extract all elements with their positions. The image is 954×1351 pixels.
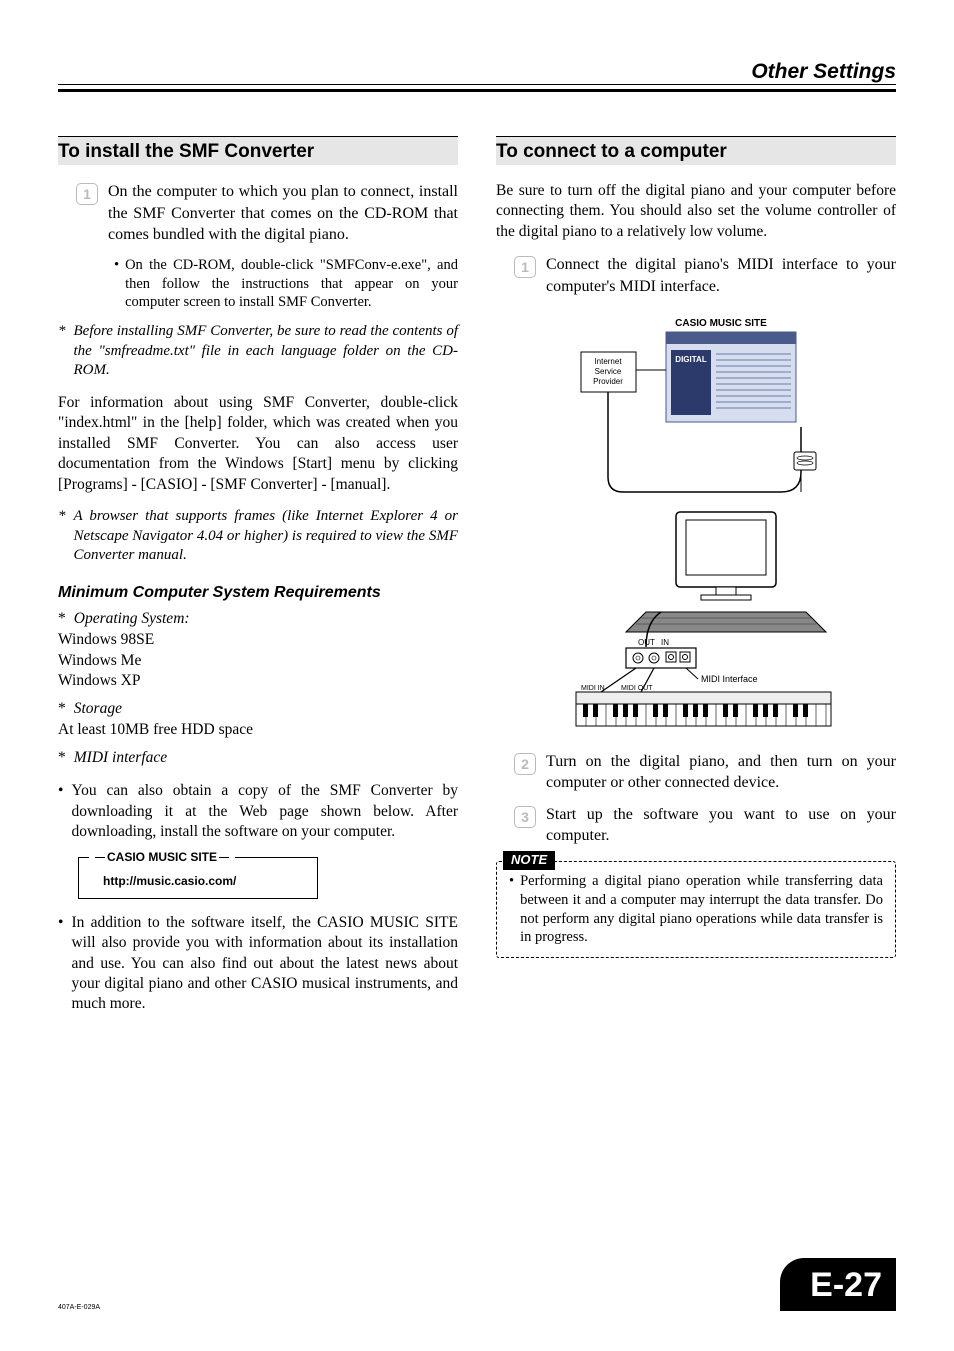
note-box: NOTE • Performing a digital piano operat…: [496, 861, 896, 958]
right-step-2: 2 Turn on the digital piano, and then tu…: [514, 751, 896, 794]
diagram-midi-in-label: MIDI IN: [581, 685, 605, 692]
bullet-dot-icon: •: [509, 872, 514, 947]
svg-text:Provider: Provider: [593, 377, 623, 386]
left-body-1: For information about using SMF Converte…: [58, 393, 458, 495]
left-star-2-text: A browser that supports frames (like Int…: [74, 507, 459, 566]
right-intro: Be sure to turn off the digital piano an…: [496, 181, 896, 242]
diagram-site-label: CASIO MUSIC SITE: [675, 318, 767, 329]
casio-music-site-box: CASIO MUSIC SITE http://music.casio.com/: [78, 857, 318, 899]
casio-url: http://music.casio.com/: [103, 874, 305, 888]
asterisk-icon: *: [58, 507, 66, 566]
left-step-1-sub-text: On the CD-ROM, double-click "SMFConv-e.e…: [125, 256, 458, 313]
diagram-svg: CASIO MUSIC SITE DIGITAL In: [546, 312, 846, 732]
storage-req: At least 10MB free HDD space: [58, 720, 458, 741]
asterisk-icon: *: [58, 322, 66, 381]
svg-text:Service: Service: [595, 367, 622, 376]
left-star-2: * A browser that supports frames (like I…: [58, 507, 458, 566]
midi-label: MIDI interface: [74, 749, 167, 767]
step-number-icon: 1: [76, 183, 98, 205]
storage-row: * Storage: [58, 700, 458, 718]
right-step-1: 1 Connect the digital piano's MIDI inter…: [514, 254, 896, 297]
note-text: Performing a digital piano operation whi…: [520, 872, 883, 947]
right-step-1-text: Connect the digital piano's MIDI interfa…: [546, 254, 896, 297]
right-step-3-text: Start up the software you want to use on…: [546, 804, 896, 847]
step-number-icon: 3: [514, 806, 536, 828]
bullet-dot-icon: •: [58, 781, 63, 842]
min-requirements-subhead: Minimum Computer System Requirements: [58, 584, 458, 602]
left-step-1-subbullet: • On the CD-ROM, double-click "SMFConv-e…: [114, 256, 458, 313]
left-bullet-1: • You can also obtain a copy of the SMF …: [58, 781, 458, 842]
step-number-icon: 2: [514, 753, 536, 775]
left-star-1: * Before installing SMF Converter, be su…: [58, 322, 458, 381]
footer-code: 407A-E-029A: [58, 1304, 100, 1311]
storage-label: Storage: [74, 700, 122, 718]
svg-text:DIGITAL: DIGITAL: [675, 355, 707, 364]
step-number-icon: 1: [514, 256, 536, 278]
header-title: Other Settings: [751, 60, 896, 83]
os-3: Windows XP: [58, 671, 458, 692]
diagram-midi-interface-label: MIDI Interface: [701, 674, 758, 684]
casio-box-label: CASIO MUSIC SITE: [89, 850, 235, 864]
note-label: NOTE: [503, 851, 555, 870]
os-2: Windows Me: [58, 651, 458, 672]
left-bullet-2: • In addition to the software itself, th…: [58, 913, 458, 1015]
os-1: Windows 98SE: [58, 630, 458, 651]
asterisk-icon: *: [58, 610, 66, 628]
right-step-2-text: Turn on the digital piano, and then turn…: [546, 751, 896, 794]
bullet-dot-icon: •: [114, 256, 119, 313]
left-section-title: To install the SMF Converter: [58, 136, 458, 165]
left-bullet-1-text: You can also obtain a copy of the SMF Co…: [71, 781, 458, 842]
os-row: * Operating System:: [58, 610, 458, 628]
left-bullet-2-text: In addition to the software itself, the …: [71, 913, 458, 1015]
left-step-1-text: On the computer to which you plan to con…: [108, 181, 458, 246]
diagram-midi-out-label: MIDI OUT: [621, 685, 653, 692]
right-step-3: 3 Start up the software you want to use …: [514, 804, 896, 847]
right-section-title: To connect to a computer: [496, 136, 896, 165]
svg-text:Internet: Internet: [594, 357, 622, 366]
bullet-dot-icon: •: [58, 913, 63, 1015]
left-star-1-text: Before installing SMF Converter, be sure…: [74, 322, 459, 381]
asterisk-icon: *: [58, 700, 66, 718]
os-label: Operating System:: [74, 610, 190, 628]
page-footer: 407A-E-029A E-27: [58, 1258, 896, 1311]
svg-text:IN: IN: [661, 638, 669, 647]
midi-row: * MIDI interface: [58, 749, 458, 767]
asterisk-icon: *: [58, 749, 66, 767]
page-header: Other Settings: [58, 60, 896, 92]
connection-diagram: CASIO MUSIC SITE DIGITAL In: [546, 312, 846, 737]
left-column: To install the SMF Converter 1 On the co…: [58, 136, 458, 1029]
svg-text:OUT: OUT: [638, 638, 655, 647]
page-number-tab: E-27: [780, 1258, 896, 1311]
left-step-1: 1 On the computer to which you plan to c…: [76, 181, 458, 246]
right-column: To connect to a computer Be sure to turn…: [496, 136, 896, 1029]
